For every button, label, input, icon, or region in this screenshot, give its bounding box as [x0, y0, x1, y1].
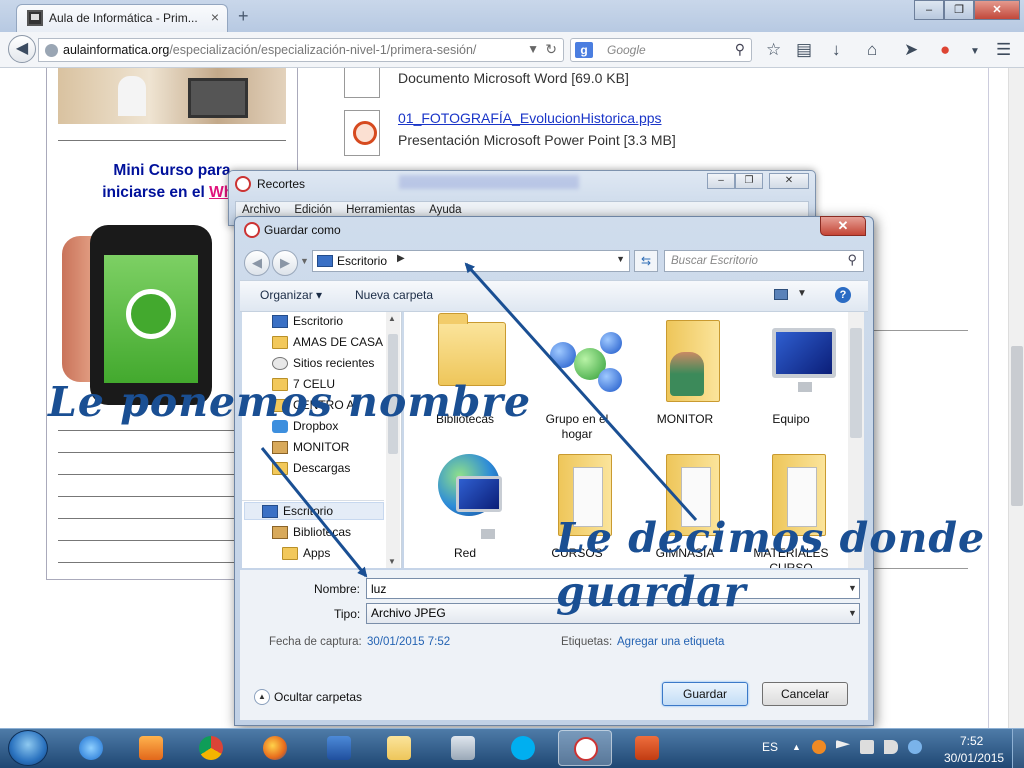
volume-icon[interactable] [884, 740, 898, 754]
chrome-icon [199, 736, 223, 760]
network-tray-icon[interactable] [860, 740, 874, 754]
annotation-where-line-2: guardar [556, 568, 747, 616]
taskbar-word[interactable] [312, 730, 366, 766]
language-indicator[interactable]: ES [762, 740, 778, 754]
firefox-icon [263, 736, 287, 760]
taskbar-ec-app[interactable] [620, 730, 674, 766]
tray-expand-icon[interactable]: ▲ [792, 742, 801, 752]
media-player-icon [139, 736, 163, 760]
taskbar-chrome[interactable] [184, 730, 238, 766]
file-explorer-icon [387, 736, 411, 760]
taskbar-ie[interactable] [64, 730, 118, 766]
taskbar-media-player[interactable] [124, 730, 178, 766]
taskbar-calculator[interactable] [436, 730, 490, 766]
clock-date[interactable]: 30/01/2015 [944, 751, 1004, 765]
annotation-where-line-1: Le decimos donde [556, 514, 986, 562]
skype-icon [511, 736, 535, 760]
annotation-name-it: Le ponemos nombre [48, 378, 532, 426]
sync-icon[interactable] [908, 740, 922, 754]
clock-time[interactable]: 7:52 [960, 734, 983, 748]
arrow-to-filename [260, 447, 368, 578]
taskbar-snipping-tool[interactable] [558, 730, 612, 766]
internet-explorer-icon [79, 736, 103, 760]
avast-icon[interactable] [812, 740, 826, 754]
taskbar-skype[interactable] [496, 730, 550, 766]
scissors-icon [574, 737, 598, 761]
calculator-icon [451, 736, 475, 760]
taskbar-explorer[interactable] [372, 730, 426, 766]
show-desktop-button[interactable] [1012, 729, 1024, 768]
start-button[interactable] [8, 730, 48, 766]
taskbar-firefox[interactable] [248, 730, 302, 766]
word-icon [327, 736, 351, 760]
ec-app-icon [635, 736, 659, 760]
